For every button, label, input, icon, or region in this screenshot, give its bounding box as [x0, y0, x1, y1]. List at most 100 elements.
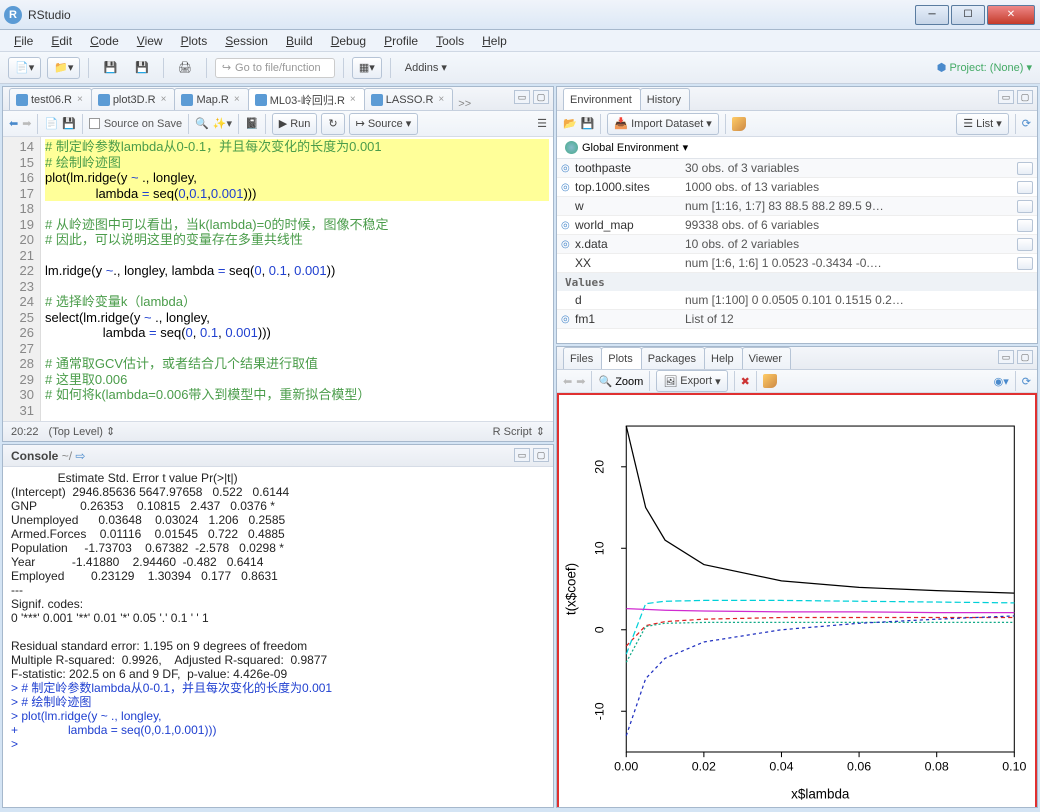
- window-titlebar: R RStudio ─ ☐ ✕: [0, 0, 1040, 30]
- source-tab[interactable]: LASSO.R×: [364, 88, 454, 110]
- file-type[interactable]: R Script: [493, 426, 532, 438]
- menu-view[interactable]: View: [129, 32, 171, 50]
- menu-edit[interactable]: Edit: [43, 32, 80, 50]
- minimize-button[interactable]: ─: [915, 5, 949, 25]
- console-output[interactable]: Estimate Std. Error t value Pr(>|t|) (In…: [3, 467, 553, 807]
- env-row[interactable]: ◎toothpaste30 obs. of 3 variables: [557, 159, 1037, 178]
- close-tab-icon[interactable]: ×: [438, 94, 444, 105]
- tab-history[interactable]: History: [640, 88, 690, 110]
- remove-plot-icon[interactable]: ✖: [741, 375, 750, 388]
- pane-min-icon[interactable]: ▭: [998, 90, 1014, 104]
- refresh-plot-icon[interactable]: ⟳: [1022, 375, 1031, 388]
- source-button[interactable]: ↦ Source ▾: [349, 113, 419, 135]
- run-button[interactable]: ▶ Run: [272, 113, 318, 135]
- save-source-icon[interactable]: 💾: [62, 117, 76, 130]
- close-tab-icon[interactable]: ×: [234, 94, 240, 105]
- grid-view-icon[interactable]: [1017, 181, 1033, 194]
- new-project-button[interactable]: 📁▾: [47, 57, 80, 79]
- print-button[interactable]: 🖨: [172, 57, 198, 79]
- maximize-button[interactable]: ☐: [951, 5, 985, 25]
- code-editor[interactable]: 14 15 16 17 18 19 20 21 22 23 24 25 26 2…: [3, 137, 553, 421]
- grid-view-icon[interactable]: [1017, 219, 1033, 232]
- env-row[interactable]: ◎world_map99338 obs. of 6 variables: [557, 216, 1037, 235]
- tab-packages[interactable]: Packages: [641, 347, 705, 369]
- load-ws-icon[interactable]: 📂: [563, 117, 577, 130]
- env-row[interactable]: dnum [1:100] 0 0.0505 0.101 0.1515 0.2…: [557, 291, 1037, 310]
- new-file-button[interactable]: 📄▾: [8, 57, 41, 79]
- menu-debug[interactable]: Debug: [323, 32, 374, 50]
- compile-icon[interactable]: 📓: [245, 117, 259, 130]
- source-tab[interactable]: test06.R×: [9, 88, 92, 110]
- grid-view-icon[interactable]: [1017, 257, 1033, 270]
- grid-view-icon[interactable]: [1017, 238, 1033, 251]
- scope-selector[interactable]: (Top Level) ⇕: [49, 425, 116, 438]
- clear-plots-icon[interactable]: [763, 374, 777, 388]
- menu-profile[interactable]: Profile: [376, 32, 426, 50]
- plot-canvas[interactable]: 0.000.020.040.060.080.10-1001020x$lambda…: [557, 393, 1037, 808]
- tab-files[interactable]: Files: [563, 347, 602, 369]
- env-row[interactable]: XXnum [1:6, 1:6] 1 0.0523 -0.3434 -0.…: [557, 254, 1037, 273]
- save-button[interactable]: 💾: [97, 57, 123, 79]
- env-view-mode[interactable]: ☰ List ▾: [956, 113, 1009, 135]
- source-tab[interactable]: Map.R×: [174, 88, 248, 110]
- plots-pane: FilesPlotsPackagesHelpViewer ▭ ▢ ⬅ ➡ 🔍 Z…: [556, 346, 1038, 808]
- close-button[interactable]: ✕: [987, 5, 1035, 25]
- pane-min-icon[interactable]: ▭: [998, 350, 1014, 364]
- show-doc-icon[interactable]: 📄: [44, 117, 58, 130]
- env-row[interactable]: ◎top.1000.sites1000 obs. of 13 variables: [557, 178, 1037, 197]
- pane-min-icon[interactable]: ▭: [514, 448, 530, 462]
- import-dataset-button[interactable]: 📥 Import Dataset ▾: [607, 113, 718, 135]
- rerun-button[interactable]: ↻: [321, 113, 344, 135]
- env-list[interactable]: ◎toothpaste30 obs. of 3 variables◎top.10…: [557, 159, 1037, 343]
- plot-next-icon[interactable]: ➡: [576, 375, 585, 388]
- tab-help[interactable]: Help: [704, 347, 743, 369]
- forward-icon[interactable]: ➡: [22, 117, 31, 130]
- more-tabs-icon[interactable]: >>: [454, 98, 475, 110]
- menu-plots[interactable]: Plots: [173, 32, 216, 50]
- save-all-button[interactable]: 💾: [129, 57, 155, 79]
- tab-environment[interactable]: Environment: [563, 88, 641, 110]
- pane-max-icon[interactable]: ▢: [533, 90, 549, 104]
- pane-max-icon[interactable]: ▢: [1017, 350, 1033, 364]
- zoom-button[interactable]: 🔍 Zoom: [598, 375, 643, 388]
- clear-ws-icon[interactable]: [732, 117, 746, 131]
- env-scope-selector[interactable]: Global Environment ▾: [557, 137, 1037, 159]
- tab-plots[interactable]: Plots: [601, 347, 641, 369]
- save-ws-icon[interactable]: 💾: [581, 117, 595, 130]
- find-icon[interactable]: 🔍: [195, 117, 209, 130]
- source-tab[interactable]: ML03-岭回归.R×: [248, 88, 365, 110]
- plot-prev-icon[interactable]: ⬅: [563, 375, 572, 388]
- source-on-save-checkbox[interactable]: [89, 118, 100, 129]
- close-tab-icon[interactable]: ×: [350, 94, 356, 105]
- svg-text:0.02: 0.02: [692, 760, 716, 774]
- pane-max-icon[interactable]: ▢: [533, 448, 549, 462]
- addins-menu[interactable]: Addins ▾: [399, 57, 453, 79]
- refresh-env-icon[interactable]: ⟳: [1022, 117, 1031, 130]
- close-tab-icon[interactable]: ×: [77, 94, 83, 105]
- publish-icon[interactable]: ◉▾: [994, 375, 1009, 388]
- goto-file-input[interactable]: ↪Go to file/function: [215, 58, 335, 78]
- source-tab[interactable]: plot3D.R×: [91, 88, 176, 110]
- pane-min-icon[interactable]: ▭: [514, 90, 530, 104]
- menu-help[interactable]: Help: [474, 32, 515, 50]
- grid-button[interactable]: ▦▾: [352, 57, 382, 79]
- env-row[interactable]: ◎x.data10 obs. of 2 variables: [557, 235, 1037, 254]
- menu-code[interactable]: Code: [82, 32, 127, 50]
- env-row[interactable]: ◎fm1List of 12: [557, 310, 1037, 329]
- env-row[interactable]: wnum [1:16, 1:7] 83 88.5 88.2 89.5 9…: [557, 197, 1037, 216]
- menu-file[interactable]: File: [6, 32, 41, 50]
- grid-view-icon[interactable]: [1017, 162, 1033, 175]
- menu-tools[interactable]: Tools: [428, 32, 472, 50]
- close-tab-icon[interactable]: ×: [161, 94, 167, 105]
- code-body[interactable]: # 制定岭参数lambda从0-0.1，并且每次变化的长度为0.001# 绘制岭…: [41, 137, 553, 421]
- pane-max-icon[interactable]: ▢: [1017, 90, 1033, 104]
- wand-icon[interactable]: ✨▾: [213, 117, 232, 130]
- back-icon[interactable]: ⬅: [9, 117, 18, 130]
- project-selector[interactable]: ⬢ Project: (None) ▾: [937, 61, 1032, 74]
- menu-session[interactable]: Session: [217, 32, 276, 50]
- grid-view-icon[interactable]: [1017, 200, 1033, 213]
- menu-build[interactable]: Build: [278, 32, 321, 50]
- export-button[interactable]: 🖼 Export ▾: [656, 370, 727, 392]
- outline-icon[interactable]: ☰: [537, 117, 547, 130]
- tab-viewer[interactable]: Viewer: [742, 347, 791, 369]
